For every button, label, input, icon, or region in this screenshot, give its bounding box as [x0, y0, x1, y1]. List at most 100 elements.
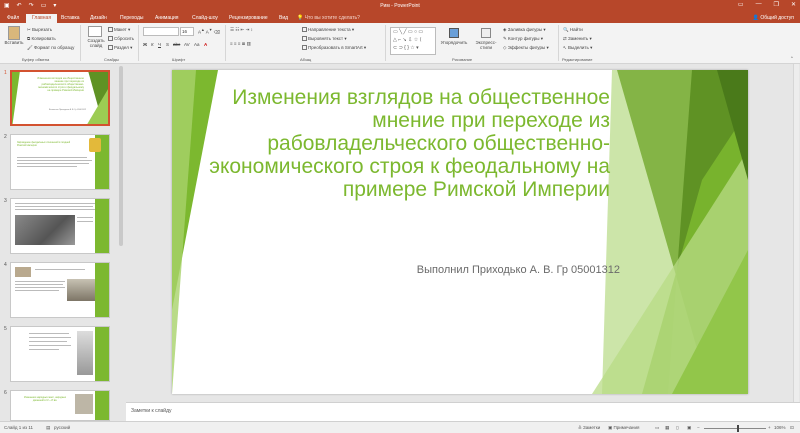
zoom-level[interactable]: 106% [774, 425, 786, 430]
section-button[interactable]: Раздел ▾ [108, 45, 132, 51]
fit-slide-icon[interactable]: ⊡ [790, 425, 794, 431]
outline-label: Контур фигуры [508, 36, 540, 41]
slideshow-view-icon[interactable]: ▣ [687, 425, 691, 431]
slide-sorter-icon[interactable]: ▦ [665, 425, 669, 431]
tab-animations[interactable]: Анимация [155, 15, 178, 21]
drawing-group-label: Рисование [452, 57, 473, 62]
new-slide-button[interactable]: Создать слайд [85, 26, 105, 48]
grow-font-button[interactable]: A▲ A▼ ⌫ [198, 28, 220, 36]
bold-button[interactable]: Ж [143, 42, 147, 47]
replace-button[interactable]: ⇄ Заменить ▾ [563, 36, 592, 42]
shape-outline-button[interactable]: ✎ Контур фигуры ▾ [503, 36, 543, 42]
close-icon[interactable]: ✕ [791, 1, 796, 8]
paste-label: Вставить [4, 40, 24, 45]
find-button[interactable]: 🔍 Найти [563, 27, 583, 33]
reset-icon [108, 36, 113, 42]
tab-design[interactable]: Дизайн [90, 15, 107, 21]
divider [385, 25, 386, 61]
thumbnails-scrollbar[interactable] [119, 66, 123, 246]
ruins-image [67, 279, 95, 301]
colosseum-image [75, 394, 93, 414]
zoom-in-icon[interactable]: + [768, 425, 771, 430]
thumbnail-slide-6[interactable]: Изменения народных масс, народных движен… [10, 390, 110, 421]
tab-home[interactable]: Главная [26, 14, 58, 23]
font-color-button[interactable]: A [204, 42, 207, 47]
main-scrollbar[interactable] [793, 64, 799, 402]
spacing-button[interactable]: AV [184, 42, 190, 47]
brush-icon: 🖌 [27, 45, 33, 50]
effects-icon: ◇ [503, 45, 507, 50]
arrange-button[interactable]: Упорядочить [440, 28, 468, 45]
slide-subtitle[interactable]: Выполнил Приходько А. В. Гр 05001312 [417, 264, 620, 276]
reading-view-icon[interactable]: ▯ [676, 425, 678, 431]
copy-button[interactable]: ⧉ Копировать [27, 36, 56, 41]
language-indicator[interactable]: русский [54, 425, 70, 430]
search-icon: 🔍 [563, 27, 569, 32]
text-direction-button[interactable]: Направление текста ▾ [302, 27, 354, 33]
column-image [15, 267, 31, 277]
thumbnail-slide-2[interactable]: Зарождение феодальных отношений в поздне… [10, 134, 110, 190]
tab-review[interactable]: Рецензирование [229, 15, 268, 21]
notes-toggle[interactable]: ≙ Заметки [578, 425, 600, 431]
slide-canvas[interactable]: Изменения взглядов на общественное мнени… [172, 70, 748, 394]
tab-view[interactable]: Вид [279, 15, 288, 21]
notes-toggle-label: Заметки [583, 425, 601, 430]
align-buttons[interactable]: ≡ ≡ ≡ ≣ ▥ [230, 41, 251, 47]
thumb-number: 5 [4, 326, 7, 332]
thumbnail-slide-5[interactable] [10, 326, 110, 382]
tell-me-search[interactable]: 💡 Что вы хотите сделать? [297, 15, 360, 21]
thumbnail-slide-1[interactable]: Изменения взглядов на общественное мнени… [10, 70, 110, 126]
tab-transitions[interactable]: Переходы [120, 15, 143, 21]
change-case-button[interactable]: Aa [194, 42, 200, 47]
quick-styles-label: Экспресс-стили [475, 40, 497, 50]
maximize-icon[interactable]: ❐ [774, 1, 779, 8]
collapse-ribbon-icon[interactable]: ⌃ [790, 56, 794, 62]
thumbnail-slide-4[interactable] [10, 262, 110, 318]
shape-fill-button[interactable]: ◈ Заливка фигуры ▾ [503, 27, 546, 33]
ribbon-display-icon[interactable]: ▭ [738, 1, 744, 8]
format-painter-button[interactable]: 🖌 Формат по образцу [27, 45, 74, 51]
share-button[interactable]: 👤 Общий доступ [753, 15, 794, 21]
senate-painting-image [15, 215, 75, 245]
ribbon: Вставить ✂ Вырезать ⧉ Копировать 🖌 Форма… [0, 23, 800, 64]
clear-format-icon[interactable]: ⌫ [214, 30, 220, 35]
new-slide-label: Создать слайд [87, 38, 105, 48]
cut-button[interactable]: ✂ Вырезать [27, 27, 52, 33]
arrange-label: Упорядочить [440, 40, 468, 45]
select-button[interactable]: ↖ Выделить ▾ [563, 45, 592, 51]
paste-button[interactable]: Вставить [4, 26, 24, 54]
shapes-gallery[interactable]: ▭ ╲ ╱ ▭ ○ ▭ △ ⌐ ↘ ⇩ ☆ ⟨ ⊂ ⊃ { } ☆ ▾ [390, 27, 436, 55]
zoom-slider[interactable] [704, 428, 766, 429]
font-name-input[interactable] [143, 27, 179, 36]
strikethrough-button[interactable]: abc [173, 42, 180, 47]
minimize-icon[interactable]: — [756, 1, 762, 8]
bullets-button[interactable]: ☰ ☷ ⇤ ⇥ ↕ [230, 27, 253, 33]
thumb-green-band [95, 263, 109, 317]
text-line [35, 269, 85, 270]
notes-pane[interactable]: Заметки к слайду [126, 402, 800, 422]
status-bar: Слайд 1 из 11 ▤ русский ≙ Заметки ▣ Прим… [0, 421, 800, 433]
italic-button[interactable]: К [151, 42, 154, 47]
font-size-input[interactable]: 16 [180, 27, 194, 36]
smartart-icon [302, 45, 307, 51]
quick-styles-button[interactable]: Экспресс-стили [473, 28, 499, 50]
tab-file[interactable]: Файл [7, 15, 19, 21]
shadow-button[interactable]: S [166, 42, 169, 47]
zoom-slider-thumb[interactable] [737, 425, 739, 432]
slide-title[interactable]: Изменения взглядов на общественное мнени… [190, 86, 610, 201]
outline-icon: ✎ [503, 36, 507, 41]
align-text-button[interactable]: Выровнять текст ▾ [302, 36, 347, 42]
shape-effects-button[interactable]: ◇ Эффекты фигуры ▾ [503, 45, 549, 51]
layout-button[interactable]: Макет ▾ [108, 27, 130, 33]
smartart-button[interactable]: Преобразовать в SmartArt ▾ [302, 45, 366, 51]
text-line [77, 217, 93, 218]
tab-insert[interactable]: Вставка [61, 15, 80, 21]
zoom-out-icon[interactable]: − [697, 425, 700, 430]
tab-slideshow[interactable]: Слайд-шоу [192, 15, 218, 21]
reset-button[interactable]: Сбросить [108, 36, 134, 42]
normal-view-icon[interactable]: ▭ [655, 425, 659, 431]
thumbnail-slide-3[interactable] [10, 198, 110, 254]
comments-toggle[interactable]: ▣ Примечания [608, 425, 640, 431]
spellcheck-icon[interactable]: ▤ [46, 425, 50, 431]
underline-button[interactable]: Ч [158, 42, 161, 47]
